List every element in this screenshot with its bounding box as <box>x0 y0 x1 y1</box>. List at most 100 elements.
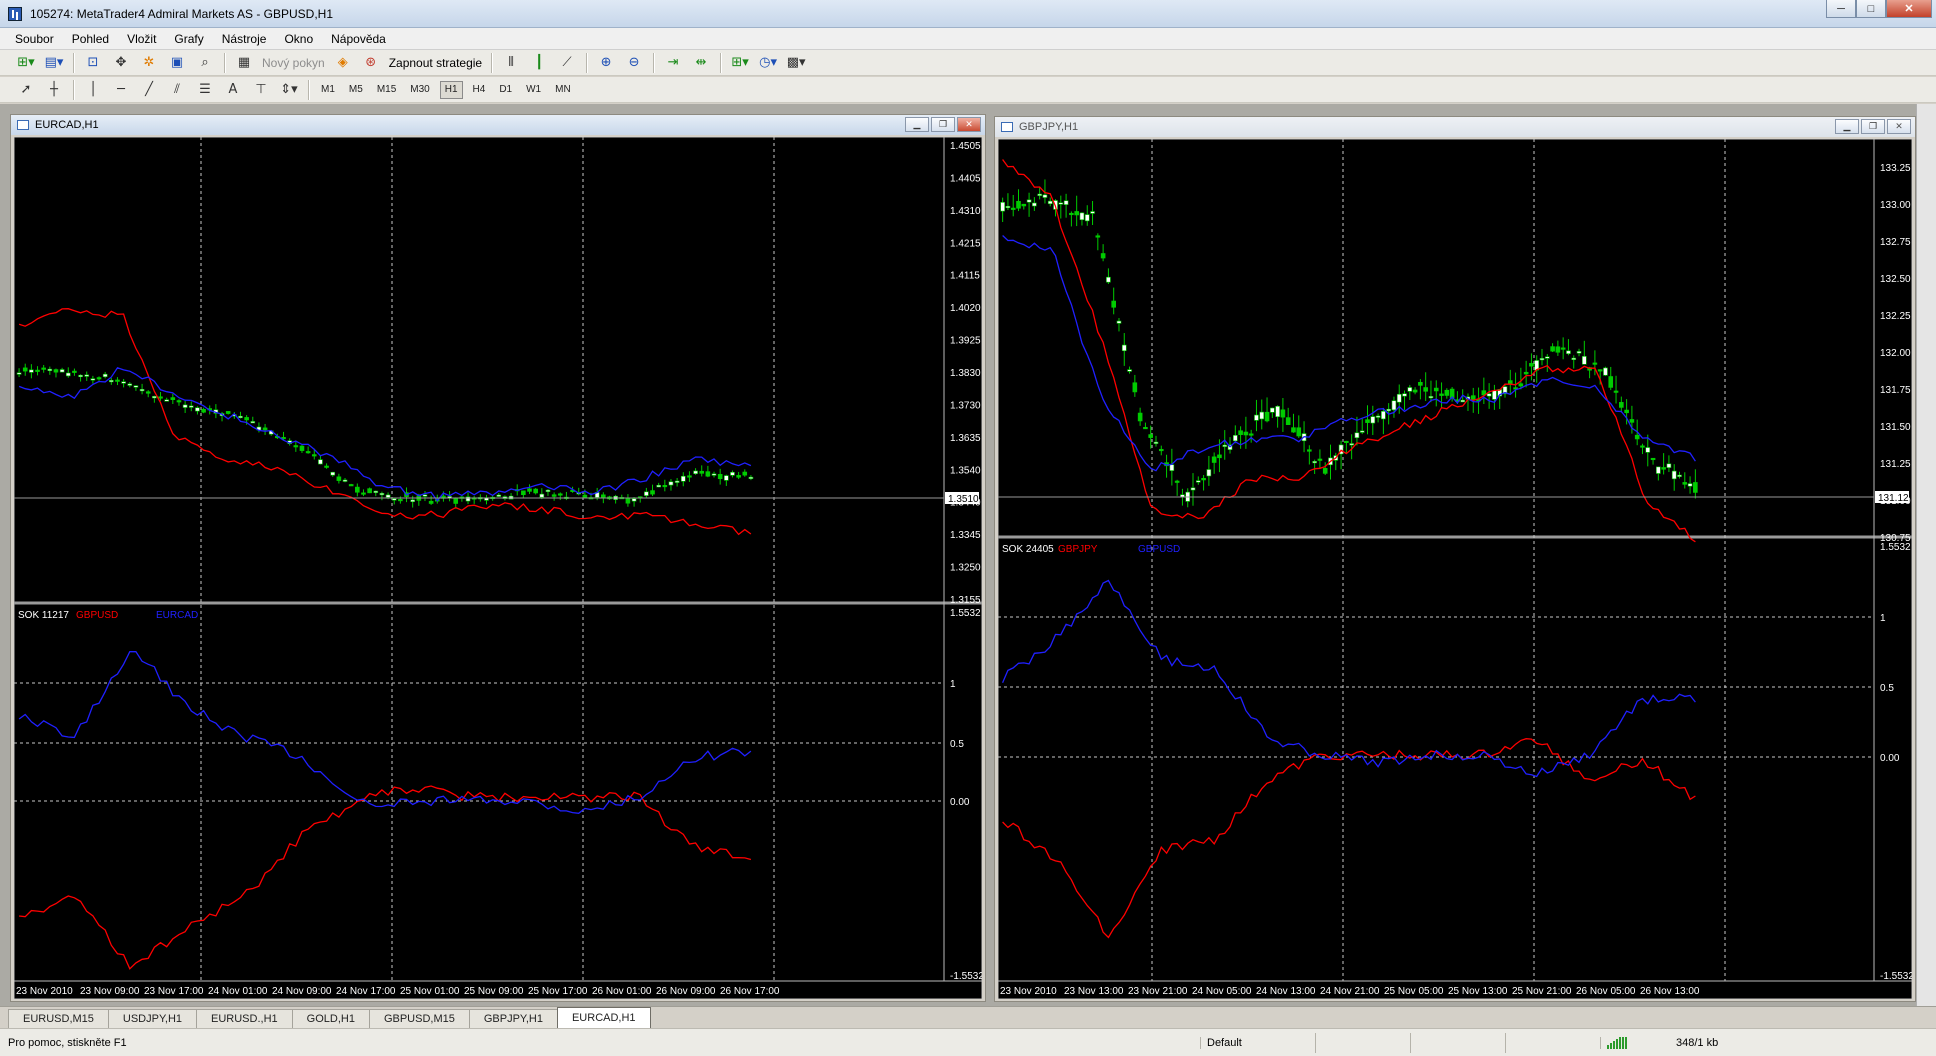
candle-body <box>244 417 249 421</box>
chart-restore-button[interactable]: ❐ <box>1861 119 1885 134</box>
zoom-out-icon[interactable]: ⊖ <box>623 53 645 73</box>
fibonacci-icon[interactable]: ☰ <box>194 80 216 100</box>
terminal-icon[interactable]: ▣ <box>166 53 188 73</box>
menu-help[interactable]: Nápověda <box>322 30 395 48</box>
chart-minimize-button[interactable]: ▁ <box>905 117 929 132</box>
profiles-icon[interactable]: ▤▾ <box>43 53 65 73</box>
timeframe-m1-button[interactable]: M1 <box>317 81 339 99</box>
candle-body <box>1095 235 1101 238</box>
tab-eurusd-dot-h1[interactable]: EURUSD.,H1 <box>196 1009 293 1028</box>
candle-body <box>453 497 459 504</box>
crosshair-icon[interactable]: ┼ <box>43 80 65 100</box>
bar-chart-icon[interactable]: ⫴ <box>500 53 522 73</box>
chart-close-button[interactable]: ✕ <box>1887 119 1911 134</box>
minimize-button[interactable]: ─ <box>1826 0 1856 18</box>
current-price-label: 131.12 <box>1878 493 1909 504</box>
chart-window-title: GBPJPY,H1 <box>1019 121 1079 133</box>
market-watch-icon[interactable]: ⊡ <box>82 53 104 73</box>
menu-tools[interactable]: Nástroje <box>213 30 276 48</box>
tab-usdjpy-h1[interactable]: USDJPY,H1 <box>107 1009 198 1028</box>
timeframe-d1-button[interactable]: D1 <box>495 81 516 99</box>
tab-eurusd-m15[interactable]: EURUSD,M15 <box>8 1009 109 1028</box>
chart-restore-button[interactable]: ❐ <box>931 117 955 132</box>
chart-window-gbpjpy[interactable]: GBPJPY,H1 ▁ ❐ ✕ 133.25 133.00 132.75 132.50… <box>994 116 1916 1002</box>
timeframe-m15-button[interactable]: M15 <box>373 81 400 99</box>
timeframe-m5-button[interactable]: M5 <box>345 81 367 99</box>
chart-window-eurcad[interactable]: EURCAD,H1 ▁ ❐ ✕ 1.4505 1.4405 1.4310 1.4215… <box>10 114 986 1002</box>
indicator-axis-label: 0.5 <box>1880 683 1894 694</box>
maximize-button[interactable]: □ <box>1856 0 1886 18</box>
vertical-scrollbar[interactable] <box>1916 104 1936 1006</box>
menu-file[interactable]: Soubor <box>6 30 63 48</box>
cursor-icon[interactable]: ➚ <box>15 80 37 100</box>
chart-minimize-button[interactable]: ▁ <box>1835 119 1859 134</box>
toolbar-separator <box>586 52 588 73</box>
candlesticks-icon[interactable]: ┃ <box>528 53 550 73</box>
time-axis-label: 24 Nov 05:00 <box>1192 986 1252 997</box>
tab-eurcad-h1[interactable]: EURCAD,H1 <box>556 1007 651 1028</box>
time-axis-label: 26 Nov 09:00 <box>656 986 716 997</box>
indicator-legend-red: GBPUSD <box>76 610 118 621</box>
candle-body <box>121 381 126 384</box>
line-chart-icon[interactable]: ⟋ <box>556 53 578 73</box>
channel-icon[interactable]: ⫽ <box>166 80 188 100</box>
data-window-icon[interactable]: ✥ <box>110 53 132 73</box>
new-chart-icon[interactable]: ⊞▾ <box>15 53 37 73</box>
timeframe-h1-button[interactable]: H1 <box>439 80 463 99</box>
periods-icon[interactable]: ◷▾ <box>757 53 779 73</box>
menu-view[interactable]: Pohled <box>63 30 118 48</box>
candle-body <box>521 490 526 496</box>
trendline-icon[interactable]: ╱ <box>138 80 160 100</box>
price-axis-label: 1.3540 <box>950 465 981 476</box>
time-axis-label: 23 Nov 2010 <box>1000 986 1057 997</box>
tab-gbpjpy-h1[interactable]: GBPJPY,H1 <box>468 1009 558 1028</box>
indicator-axis-label: 0.00 <box>950 797 970 808</box>
time-axis-label: 24 Nov 17:00 <box>336 986 396 997</box>
timeframe-m30-button[interactable]: M30 <box>406 81 433 99</box>
chart-shift-icon[interactable]: ⇹ <box>690 53 712 73</box>
chart-close-button[interactable]: ✕ <box>957 117 981 132</box>
candle-body <box>428 500 434 504</box>
candle-body <box>170 397 176 400</box>
chart-window-titlebar[interactable]: GBPJPY,H1 ▁ ❐ ✕ <box>995 117 1915 137</box>
chart-window-controls: ▁ ❐ ✕ <box>903 117 981 132</box>
candle-body <box>90 378 96 381</box>
arrows-icon[interactable]: ⇕▾ <box>278 80 300 100</box>
vertical-line-icon[interactable]: │ <box>82 80 104 100</box>
chart-canvas-eurcad[interactable]: 1.4505 1.4405 1.4310 1.4215 1.4115 1.4020 1.39… <box>14 137 982 999</box>
menu-window[interactable]: Okno <box>275 30 322 48</box>
candle-body <box>1682 482 1688 485</box>
indicators-icon[interactable]: ⊞▾ <box>729 53 751 73</box>
metaeditor-icon[interactable]: ◈ <box>332 53 354 73</box>
expert-advisors-icon[interactable]: ⊛ <box>360 53 382 73</box>
text-label-icon[interactable]: ⊤ <box>250 80 272 100</box>
timeframe-mn-button[interactable]: MN <box>551 81 575 99</box>
chart-window-titlebar[interactable]: EURCAD,H1 ▁ ❐ ✕ <box>11 115 985 135</box>
timeframe-h4-button[interactable]: H4 <box>469 81 490 99</box>
auto-scroll-icon[interactable]: ⇥ <box>662 53 684 73</box>
close-button[interactable]: ✕ <box>1886 0 1932 18</box>
strategy-tester-icon[interactable]: ⌕ <box>194 53 216 73</box>
candle-body <box>1264 411 1270 422</box>
candle-body <box>293 445 299 448</box>
timeframe-w1-button[interactable]: W1 <box>522 81 545 99</box>
navigator-icon[interactable]: ✲ <box>138 53 160 73</box>
templates-icon[interactable]: ▩▾ <box>785 53 807 73</box>
tab-gold-h1[interactable]: GOLD,H1 <box>291 1009 370 1028</box>
auto-trading-button[interactable]: Zapnout strategie <box>385 56 486 70</box>
candle-body <box>1613 390 1619 393</box>
new-order-button[interactable]: Nový pokyn <box>258 56 329 70</box>
text-icon[interactable]: A <box>222 80 244 100</box>
tab-gbpusd-m15[interactable]: GBPUSD,M15 <box>368 1009 470 1028</box>
chart-area: EURCAD,H1 ▁ ❐ ✕ 1.4505 1.4405 1.4310 1.4215… <box>0 104 1936 1006</box>
menu-insert[interactable]: Vložit <box>118 30 165 48</box>
horizontal-line-icon[interactable]: ─ <box>110 80 132 100</box>
chart-canvas-gbpjpy[interactable]: 133.25 133.00 132.75 132.50 132.25 132.00 131.… <box>998 139 1912 999</box>
menu-charts[interactable]: Grafy <box>165 30 212 48</box>
new-order-icon[interactable]: ▦ <box>233 53 255 73</box>
candle-body <box>1084 214 1090 222</box>
candle-body <box>1100 253 1106 259</box>
candle-body <box>1566 350 1571 354</box>
candle-body <box>299 445 305 451</box>
zoom-in-icon[interactable]: ⊕ <box>595 53 617 73</box>
